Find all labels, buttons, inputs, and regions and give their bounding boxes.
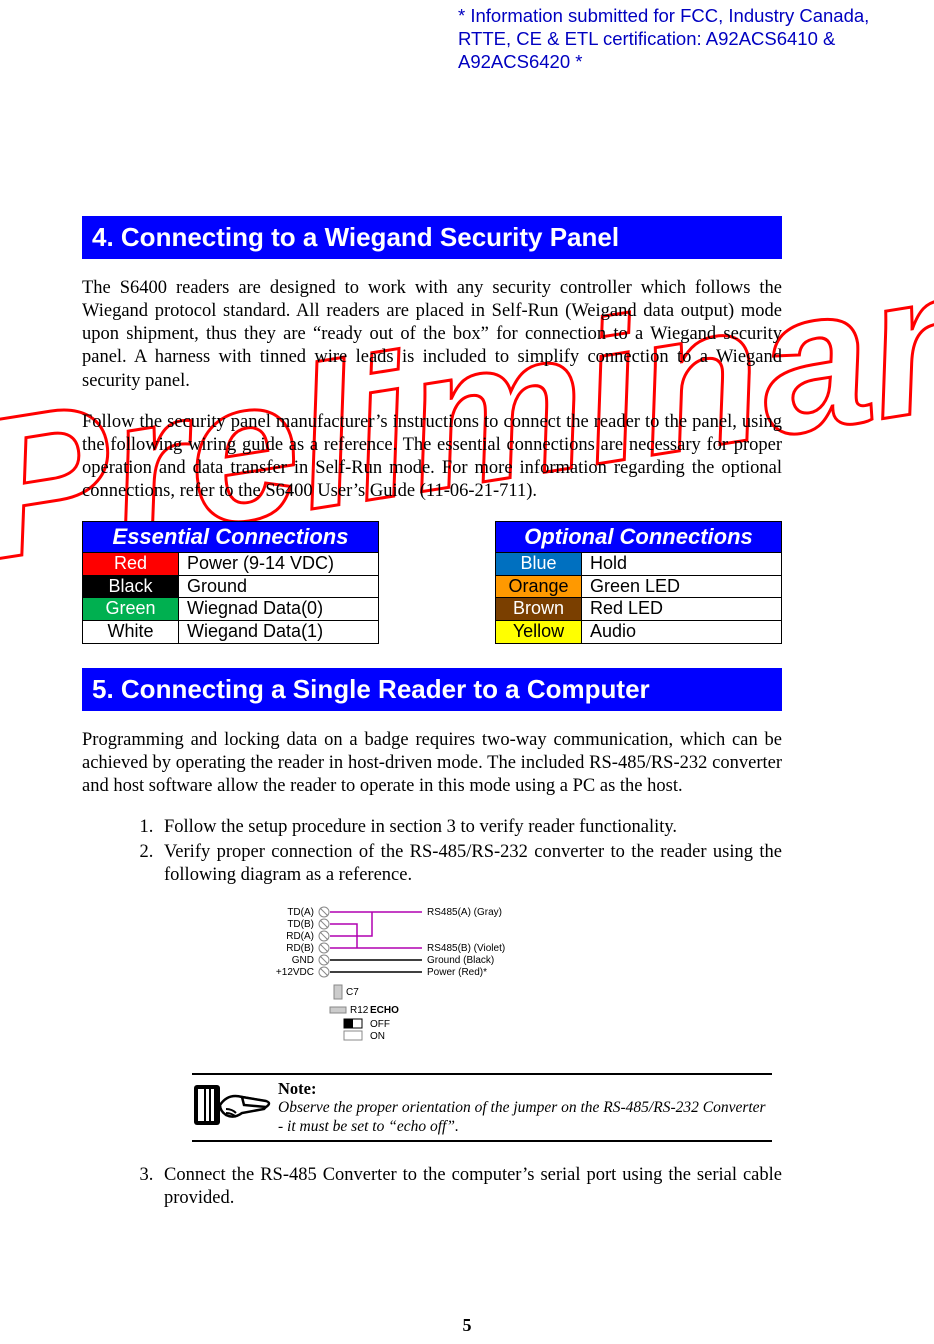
svg-text:R12: R12 bbox=[350, 1005, 369, 1016]
pointing-hand-icon bbox=[192, 1079, 278, 1136]
table-row: BlueHold bbox=[496, 553, 782, 576]
list-item: Verify proper connection of the RS-485/R… bbox=[158, 841, 782, 887]
section-5-steps-cont: Connect the RS-485 Converter to the comp… bbox=[158, 1164, 782, 1210]
essential-connections-table: Essential Connections RedPower (9-14 VDC… bbox=[82, 521, 379, 643]
table-row: RedPower (9-14 VDC) bbox=[83, 553, 379, 576]
svg-text:C7: C7 bbox=[346, 987, 359, 998]
list-item: Connect the RS-485 Converter to the comp… bbox=[158, 1164, 782, 1210]
svg-text:RS485(A) (Gray): RS485(A) (Gray) bbox=[427, 907, 502, 918]
svg-text:RD(B): RD(B) bbox=[286, 943, 314, 954]
svg-text:OFF: OFF bbox=[370, 1019, 390, 1030]
svg-text:ON: ON bbox=[370, 1031, 385, 1042]
svg-text:RS485(B) (Violet): RS485(B) (Violet) bbox=[427, 943, 505, 954]
terminal-block: TD(A) TD(B) RD(A) RD(B) GND +12VDC bbox=[276, 907, 329, 978]
table-row: WhiteWiegand Data(1) bbox=[83, 620, 379, 643]
svg-text:+12VDC: +12VDC bbox=[276, 967, 314, 978]
rs485-converter-diagram: TD(A) TD(B) RD(A) RD(B) GND +12VDC RS485… bbox=[272, 903, 592, 1063]
table-row: GreenWiegnad Data(0) bbox=[83, 598, 379, 621]
section-5-header: 5. Connecting a Single Reader to a Compu… bbox=[82, 668, 782, 711]
optional-connections-table: Optional Connections BlueHold OrangeGree… bbox=[495, 521, 782, 643]
section-5-steps: Follow the setup procedure in section 3 … bbox=[158, 816, 782, 887]
section-4-para-2: Follow the security panel manufacturer’s… bbox=[82, 411, 782, 504]
list-item: Follow the setup procedure in section 3 … bbox=[158, 816, 782, 839]
section-4-para-1: The S6400 readers are designed to work w… bbox=[82, 277, 782, 393]
svg-text:RD(A): RD(A) bbox=[286, 931, 314, 942]
table-row: OrangeGreen LED bbox=[496, 575, 782, 598]
svg-text:TD(A): TD(A) bbox=[287, 907, 314, 918]
page-number: 5 bbox=[0, 1315, 934, 1336]
note-body: Observe the proper orientation of the ju… bbox=[278, 1099, 772, 1136]
note-title: Note: bbox=[278, 1079, 772, 1099]
table-row: BlackGround bbox=[83, 575, 379, 598]
svg-text:ECHO: ECHO bbox=[370, 1005, 399, 1016]
essential-table-header: Essential Connections bbox=[83, 522, 379, 553]
section-5-para-1: Programming and locking data on a badge … bbox=[82, 729, 782, 798]
note-box: Note: Observe the proper orientation of … bbox=[192, 1073, 772, 1142]
table-row: YellowAudio bbox=[496, 620, 782, 643]
certification-note: * Information submitted for FCC, Industr… bbox=[458, 4, 918, 73]
svg-text:GND: GND bbox=[292, 955, 314, 966]
svg-text:Ground (Black): Ground (Black) bbox=[427, 955, 494, 966]
section-4-header: 4. Connecting to a Wiegand Security Pane… bbox=[82, 216, 782, 259]
svg-text:TD(B): TD(B) bbox=[287, 919, 314, 930]
optional-table-header: Optional Connections bbox=[496, 522, 782, 553]
table-row: BrownRed LED bbox=[496, 598, 782, 621]
svg-text:Power (Red)*: Power (Red)* bbox=[427, 967, 487, 978]
